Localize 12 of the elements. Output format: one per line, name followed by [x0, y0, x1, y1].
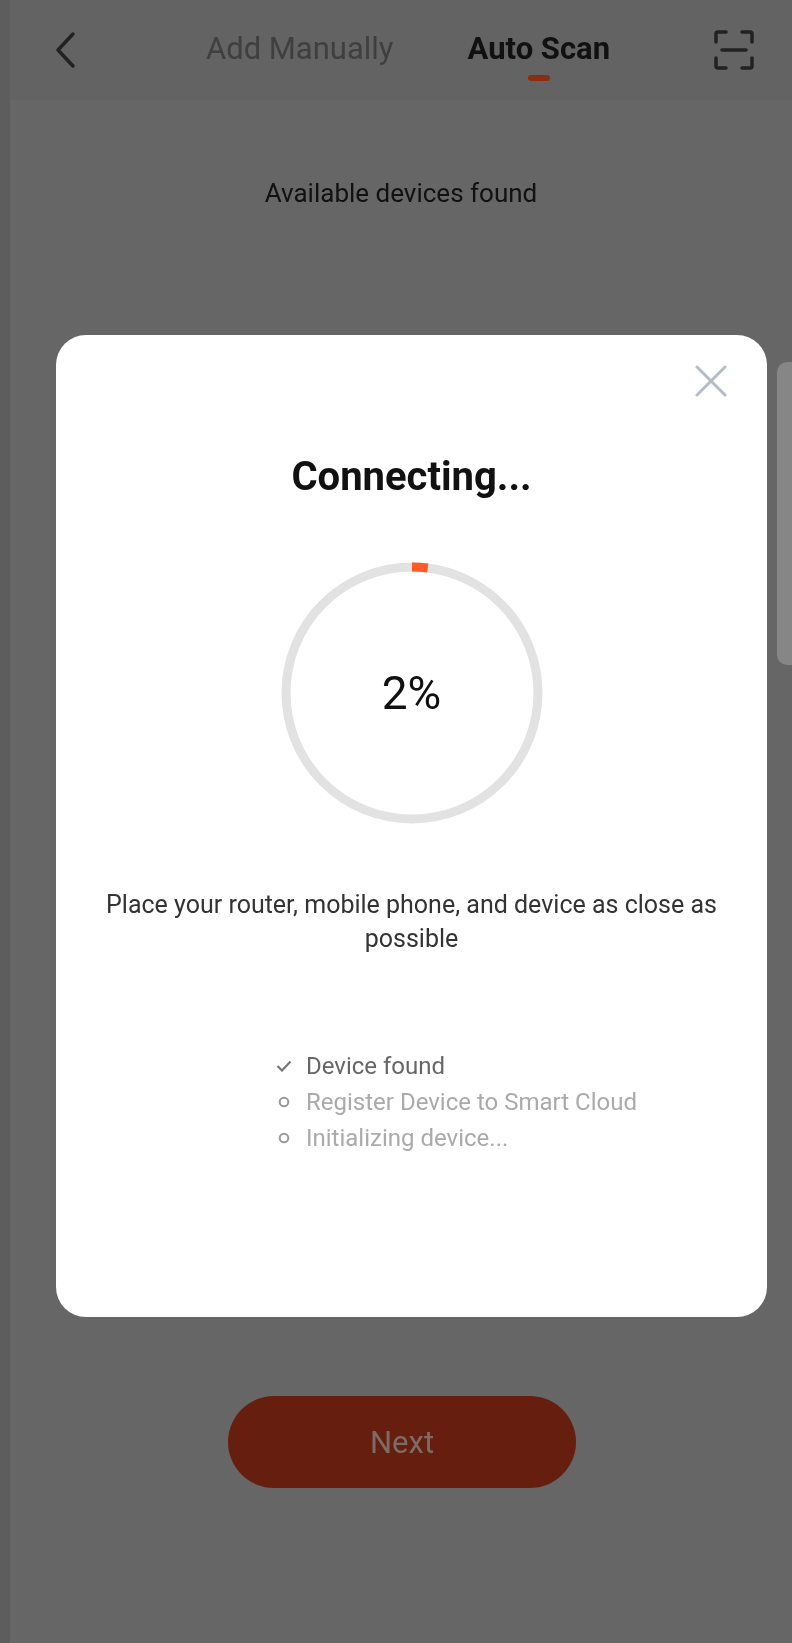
- status-text: Available devices found: [263, 178, 539, 208]
- step-label: Initializing device...: [306, 1123, 509, 1154]
- tab[interactable]: Auto Scan: [467, 19, 611, 81]
- next-button[interactable]: Next: [228, 1396, 576, 1488]
- close-icon[interactable]: [695, 365, 727, 397]
- back-icon[interactable]: [54, 31, 76, 69]
- step-label: Register Device to Smart Cloud: [306, 1087, 637, 1118]
- hint-text: Place your router, mobile phone, and device as close as possible: [105, 889, 718, 955]
- step-label: Device found: [306, 1051, 446, 1082]
- progress-percent: 2%: [381, 666, 442, 720]
- dialog-title: Connecting...: [290, 453, 533, 500]
- scan-icon[interactable]: [714, 30, 754, 70]
